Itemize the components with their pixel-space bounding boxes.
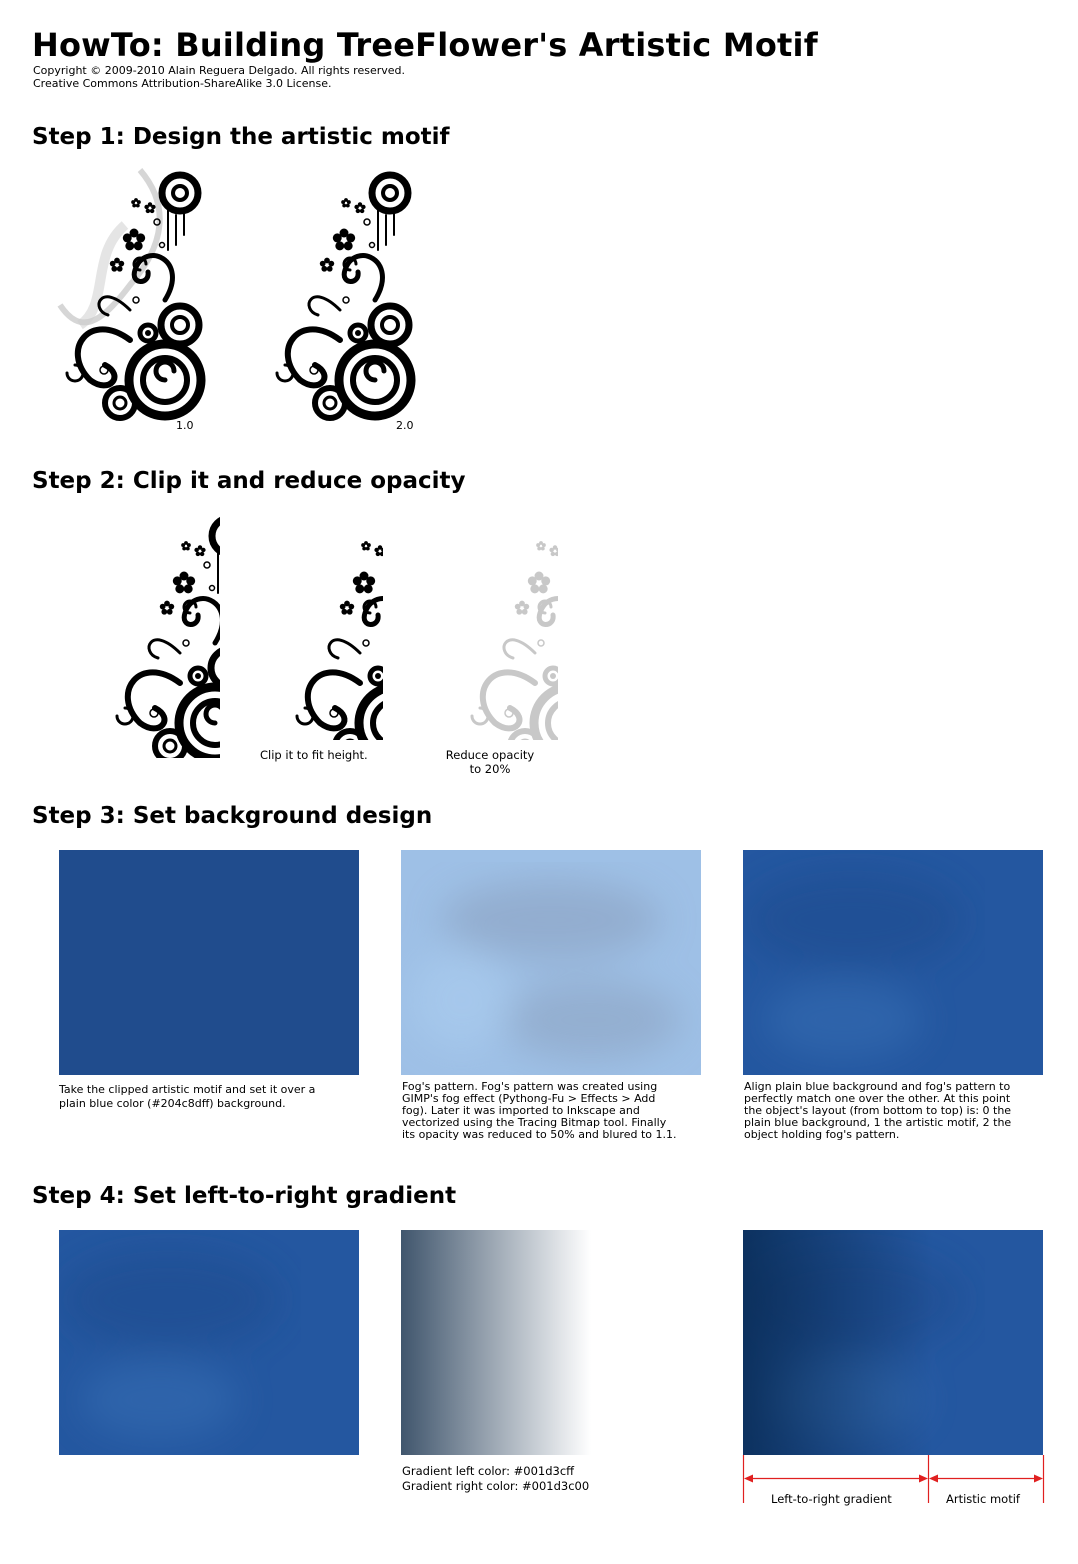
gradient-measure-label: Left-to-right gradient	[771, 1492, 892, 1506]
background-before-gradient-panel	[59, 1230, 359, 1455]
gradient-colors-caption: Gradient left color: #001d3cff Gradient …	[402, 1464, 589, 1493]
step2-heading: Step 2: Clip it and reduce opacity	[32, 468, 466, 494]
gradient-left-color: Gradient left color: #001d3cff	[402, 1464, 575, 1478]
plain-blue-background-panel	[59, 850, 359, 1075]
motif-faded-image	[420, 515, 558, 740]
opacity-caption: Reduce opacity to 20%	[445, 748, 535, 776]
gradient-swatch	[401, 1230, 591, 1455]
motif-clipped-image	[245, 515, 383, 740]
version-label-1: 1.0	[176, 419, 194, 432]
page-title: HowTo: Building TreeFlower's Artistic Mo…	[32, 26, 818, 64]
motif-version-2-image	[260, 165, 430, 425]
motif-measure-label: Artistic motif	[946, 1492, 1020, 1506]
clip-caption: Clip it to fit height.	[260, 748, 368, 762]
combined-background-panel	[743, 850, 1043, 1075]
fog-pattern-panel	[401, 850, 701, 1075]
gradient-right-color: Gradient right color: #001d3c00	[402, 1478, 590, 1493]
step3-caption-1: Take the clipped artistic motif and set …	[59, 1083, 316, 1110]
step4-heading: Step 4: Set left-to-right gradient	[32, 1183, 457, 1209]
version-label-2: 2.0	[396, 419, 414, 432]
step1-heading: Step 1: Design the artistic motif	[32, 124, 450, 150]
motif-full-image	[60, 503, 220, 758]
final-background-panel	[743, 1230, 1043, 1455]
motif-version-1-image	[57, 168, 210, 425]
step3-caption-3: Align plain blue background and fog's pa…	[744, 1080, 1012, 1141]
step3-heading: Step 3: Set background design	[32, 803, 433, 829]
step3-caption-2: Fog's pattern. Fog's pattern was created…	[402, 1080, 677, 1141]
copyright-notice: Copyright © 2009-2010 Alain Reguera Delg…	[33, 64, 406, 90]
